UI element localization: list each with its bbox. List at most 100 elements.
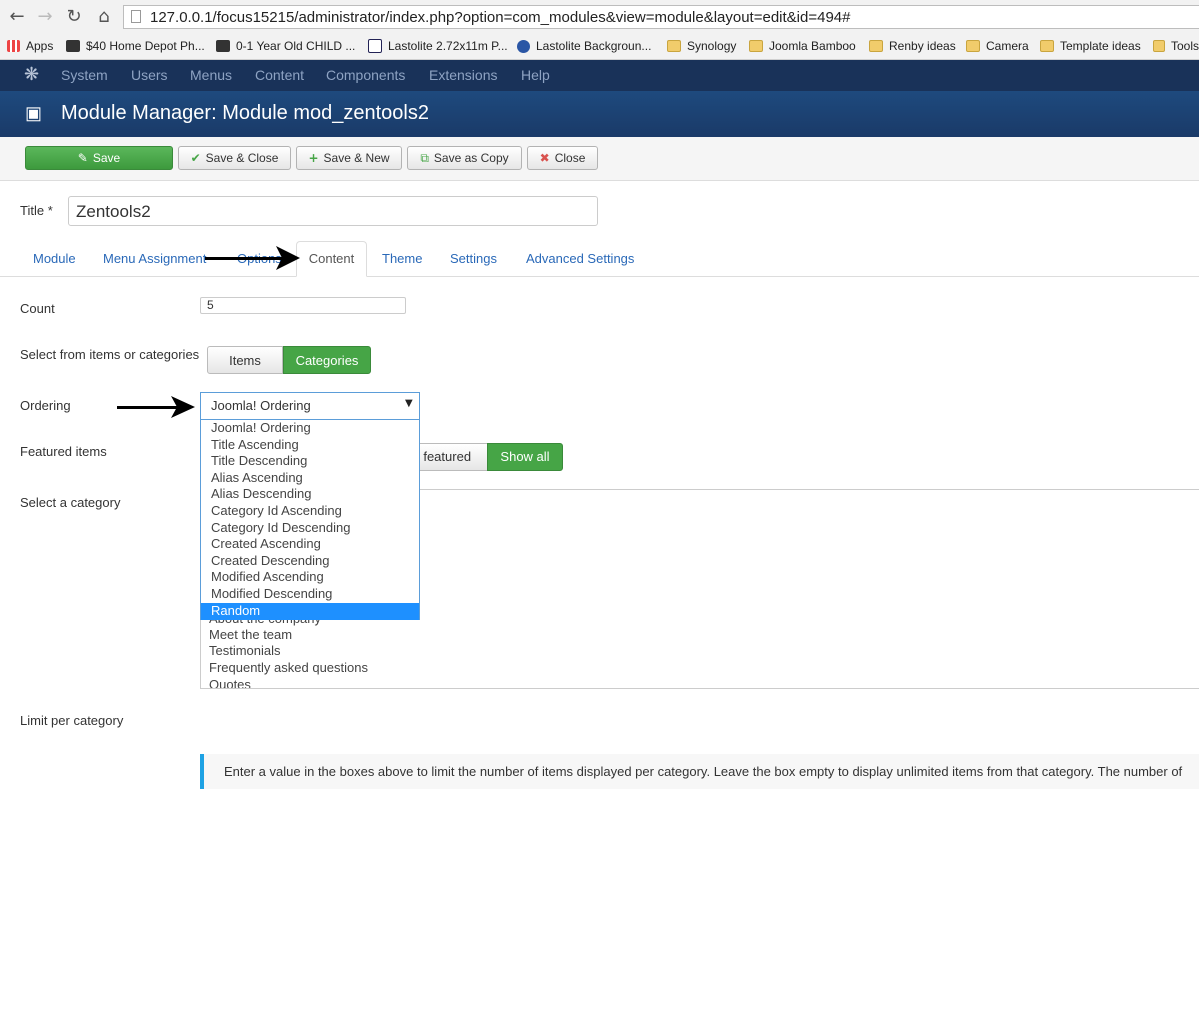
bookmark-label: Template ideas (1060, 39, 1141, 53)
folder-icon (1153, 40, 1165, 52)
folder-icon (749, 40, 763, 52)
ordering-option[interactable]: Alias Descending (201, 486, 419, 503)
ordering-option[interactable]: Category Id Descending (201, 520, 419, 537)
ordering-option-selected[interactable]: Random (201, 603, 419, 620)
nav-components[interactable]: Components (326, 67, 405, 83)
back-arrow-icon[interactable]: ← (6, 6, 28, 28)
joomla-logo-icon[interactable]: ❋ (24, 65, 42, 83)
select-from-label: Select from items or categories (20, 347, 200, 362)
ordering-option[interactable]: Title Ascending (201, 437, 419, 454)
ordering-option[interactable]: Modified Descending (201, 586, 419, 603)
count-input[interactable]: 5 (200, 297, 406, 314)
items-toggle[interactable]: Items (207, 346, 283, 374)
bookmark-label: 0-1 Year Old CHILD ... (236, 39, 356, 53)
close-label: Close (554, 151, 586, 165)
annotation-arrow-shaft (117, 406, 179, 409)
folder-icon (966, 40, 980, 52)
shopping-bag-icon (66, 40, 80, 52)
bookmark-label: Apps (26, 39, 54, 53)
categories-toggle[interactable]: Categories (283, 346, 371, 374)
featured-label: Featured items (20, 444, 107, 459)
category-label: Select a category (20, 495, 121, 510)
bookmark-label: Tools (1170, 39, 1199, 53)
url-text[interactable]: 127.0.0.1/focus15215/administrator/index… (150, 9, 850, 26)
bookmark-child[interactable]: 0-1 Year Old CHILD ... (216, 38, 355, 54)
ordering-select[interactable]: Joomla! Ordering (200, 392, 420, 420)
plus-icon: + (308, 151, 319, 165)
home-icon[interactable]: ⌂ (93, 6, 115, 28)
bookmark-label: Lastolite 2.72x11m P... (388, 39, 508, 53)
admin-top-nav (0, 60, 1199, 91)
bookmark-tools[interactable]: Tools (1153, 38, 1199, 54)
folder-icon (869, 40, 883, 52)
category-option[interactable]: Quotes (209, 677, 251, 688)
count-label: Count (20, 301, 55, 316)
ordering-label: Ordering (20, 398, 71, 413)
ordering-option[interactable]: Title Descending (201, 453, 419, 470)
nav-help[interactable]: Help (521, 67, 550, 83)
annotation-arrow-head-icon (171, 396, 195, 418)
ordering-option[interactable]: Alias Ascending (201, 470, 419, 487)
title-input[interactable]: Zentools2 (68, 196, 598, 226)
annotation-arrow-shaft (205, 257, 285, 260)
bookmark-lastolite-2[interactable]: Lastolite Backgroun... (517, 38, 651, 54)
page-icon (131, 10, 141, 23)
bookmark-synology[interactable]: Synology (667, 38, 736, 54)
ordering-option[interactable]: Modified Ascending (201, 569, 419, 586)
bookmark-label: Renby ideas (889, 39, 956, 53)
only-featured-toggle[interactable]: Only featured (408, 443, 488, 471)
bookmark-home-depot[interactable]: $40 Home Depot Ph... (66, 38, 205, 54)
ordering-option[interactable]: Category Id Ascending (201, 503, 419, 520)
bh-logo-icon (368, 39, 382, 53)
save-close-label: Save & Close (205, 151, 279, 165)
ordering-option[interactable]: Created Descending (201, 553, 419, 570)
tab-menu-assignment[interactable]: Menu Assignment (103, 251, 206, 266)
edit-icon: ✎ (77, 151, 88, 165)
folder-icon (667, 40, 681, 52)
save-copy-label: Save as Copy (433, 151, 509, 165)
ordering-option[interactable]: Created Ascending (201, 536, 419, 553)
shopping-bag-icon (216, 40, 230, 52)
forward-arrow-icon[interactable]: → (34, 6, 56, 28)
bookmark-template-ideas[interactable]: Template ideas (1040, 38, 1141, 54)
title-label: Title * (20, 203, 53, 218)
save-new-button[interactable]: + Save & New (296, 146, 402, 170)
close-button[interactable]: ✖ Close (527, 146, 598, 170)
save-close-button[interactable]: ✔ Save & Close (178, 146, 291, 170)
bookmark-apps[interactable]: Apps (7, 38, 53, 54)
folder-icon (1040, 40, 1054, 52)
nav-extensions[interactable]: Extensions (429, 67, 497, 83)
ordering-option[interactable]: Joomla! Ordering (201, 420, 419, 437)
save-copy-button[interactable]: ⧉ Save as Copy (407, 146, 522, 170)
apps-grid-icon (7, 40, 20, 52)
save-new-label: Save & New (323, 151, 390, 165)
show-all-toggle[interactable]: Show all (487, 443, 563, 471)
bookmark-joomla-bamboo[interactable]: Joomla Bamboo (749, 38, 856, 54)
tab-content[interactable]: Content (296, 241, 367, 277)
bookmark-lastolite-1[interactable]: Lastolite 2.72x11m P... (368, 38, 508, 54)
caret-down-icon[interactable]: ▼ (405, 398, 413, 409)
nav-users[interactable]: Users (131, 67, 168, 83)
tab-advanced-settings[interactable]: Advanced Settings (526, 251, 634, 266)
tab-divider (0, 276, 1199, 277)
category-option[interactable]: Meet the team (209, 627, 292, 642)
camera-lens-icon (517, 39, 530, 53)
nav-system[interactable]: System (61, 67, 108, 83)
limit-label: Limit per category (20, 713, 124, 728)
tab-settings[interactable]: Settings (450, 251, 497, 266)
tab-theme[interactable]: Theme (382, 251, 422, 266)
category-option[interactable]: Frequently asked questions (209, 660, 368, 675)
tab-module[interactable]: Module (33, 251, 76, 266)
reload-icon[interactable]: ↻ (63, 6, 85, 28)
nav-content[interactable]: Content (255, 67, 304, 83)
annotation-arrow-head-icon (276, 246, 300, 270)
save-button[interactable]: ✎ Save (25, 146, 173, 170)
bookmark-camera[interactable]: Camera (966, 38, 1029, 54)
bookmark-renby-ideas[interactable]: Renby ideas (869, 38, 956, 54)
bookmark-label: Camera (986, 39, 1029, 53)
category-option[interactable]: Testimonials (209, 643, 281, 658)
nav-menus[interactable]: Menus (190, 67, 232, 83)
info-alert-text: Enter a value in the boxes above to limi… (224, 764, 1183, 779)
check-icon: ✔ (190, 151, 201, 165)
bookmark-label: Synology (687, 39, 737, 53)
